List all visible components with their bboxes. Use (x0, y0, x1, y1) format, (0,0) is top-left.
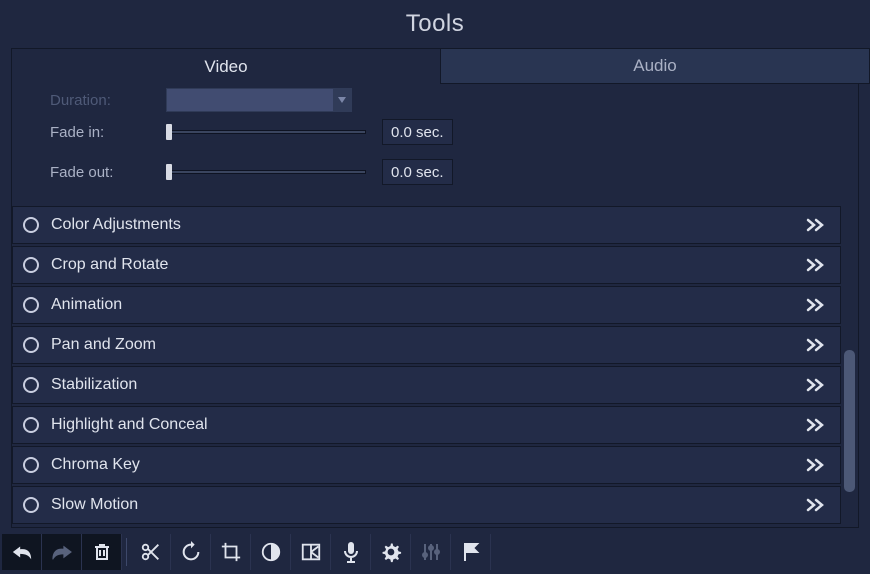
section-row[interactable]: Highlight and Conceal (12, 406, 841, 444)
fade-in-slider[interactable] (166, 130, 366, 134)
section-enable-toggle[interactable] (23, 377, 39, 393)
fade-out-label: Fade out: (50, 164, 166, 181)
cut-button[interactable] (131, 534, 171, 570)
section-list: Color Adjustments Crop and Rotate Animatio… (12, 206, 841, 524)
section-label: Crop and Rotate (51, 256, 806, 274)
gear-icon (380, 541, 402, 563)
marker-button[interactable] (451, 534, 491, 570)
color-button[interactable] (251, 534, 291, 570)
section-label: Color Adjustments (51, 216, 806, 234)
section-enable-toggle[interactable] (23, 497, 39, 513)
duration-select[interactable]: 00:00.000 (166, 88, 352, 112)
duration-label: Duration: (50, 92, 166, 109)
tab-video-label: Video (204, 57, 247, 77)
expand-icon (806, 338, 826, 352)
fade-in-slider-thumb[interactable] (166, 124, 172, 140)
section-label: Animation (51, 296, 806, 314)
crop-icon (220, 541, 242, 563)
properties-button[interactable] (371, 534, 411, 570)
transition-icon (300, 541, 322, 563)
redo-button (42, 534, 82, 570)
bottom-toolbar (0, 532, 870, 572)
section-label: Pan and Zoom (51, 336, 806, 354)
section-row[interactable]: Crop and Rotate (12, 246, 841, 284)
fade-out-slider[interactable] (166, 170, 366, 174)
fade-in-label: Fade in: (50, 124, 166, 141)
section-row[interactable]: Chroma Key (12, 446, 841, 484)
fade-out-slider-thumb[interactable] (166, 164, 172, 180)
fade-out-value: 0.0 sec. (382, 159, 453, 185)
section-row[interactable]: Stabilization (12, 366, 841, 404)
crop-button[interactable] (211, 534, 251, 570)
toolbar-separator (126, 538, 127, 566)
section-enable-toggle[interactable] (23, 457, 39, 473)
section-label: Stabilization (51, 376, 806, 394)
general-section: Duration: 00:00.000 Fade in: 0.0 sec. (12, 84, 841, 206)
section-row[interactable]: Slow Motion (12, 486, 841, 524)
expand-icon (806, 298, 826, 312)
rotate-icon (180, 541, 202, 563)
panel-title: Tools (0, 0, 870, 48)
scrollbar-thumb[interactable] (844, 350, 855, 492)
fade-in-value: 0.0 sec. (382, 119, 453, 145)
expand-icon (806, 418, 826, 432)
equalizer-button (411, 534, 451, 570)
section-label: Slow Motion (51, 496, 806, 514)
vertical-scrollbar[interactable] (841, 84, 858, 527)
tab-audio[interactable]: Audio (441, 48, 870, 84)
duration-row: Duration: 00:00.000 (50, 88, 821, 112)
section-enable-toggle[interactable] (23, 217, 39, 233)
equalizer-icon (421, 542, 441, 562)
fade-in-row: Fade in: 0.0 sec. (50, 112, 821, 152)
flag-icon (462, 542, 480, 562)
expand-icon (806, 458, 826, 472)
section-row[interactable]: Animation (12, 286, 841, 324)
section-label: Chroma Key (51, 456, 806, 474)
tab-video[interactable]: Video (11, 48, 441, 84)
transition-button[interactable] (291, 534, 331, 570)
expand-icon (806, 498, 826, 512)
microphone-icon (342, 541, 360, 563)
contrast-icon (260, 541, 282, 563)
delete-button[interactable] (82, 534, 122, 570)
tab-audio-label: Audio (633, 56, 676, 76)
redo-icon (51, 542, 73, 562)
section-enable-toggle[interactable] (23, 297, 39, 313)
expand-icon (806, 258, 826, 272)
record-audio-button[interactable] (331, 534, 371, 570)
undo-button[interactable] (2, 534, 42, 570)
panel-title-text: Tools (406, 10, 465, 38)
section-enable-toggle[interactable] (23, 337, 39, 353)
dropdown-arrow-icon (333, 89, 351, 111)
fade-in-value-text: 0.0 sec. (391, 124, 444, 141)
section-enable-toggle[interactable] (23, 417, 39, 433)
fade-out-row: Fade out: 0.0 sec. (50, 152, 821, 192)
expand-icon (806, 378, 826, 392)
scissors-icon (140, 541, 162, 563)
fade-out-value-text: 0.0 sec. (391, 164, 444, 181)
section-row[interactable]: Color Adjustments (12, 206, 841, 244)
section-enable-toggle[interactable] (23, 257, 39, 273)
section-row[interactable]: Pan and Zoom (12, 326, 841, 364)
rotate-button[interactable] (171, 534, 211, 570)
expand-icon (806, 218, 826, 232)
undo-icon (11, 542, 33, 562)
tab-strip: Video Audio (0, 48, 870, 84)
trash-icon (93, 542, 111, 562)
section-label: Highlight and Conceal (51, 416, 806, 434)
